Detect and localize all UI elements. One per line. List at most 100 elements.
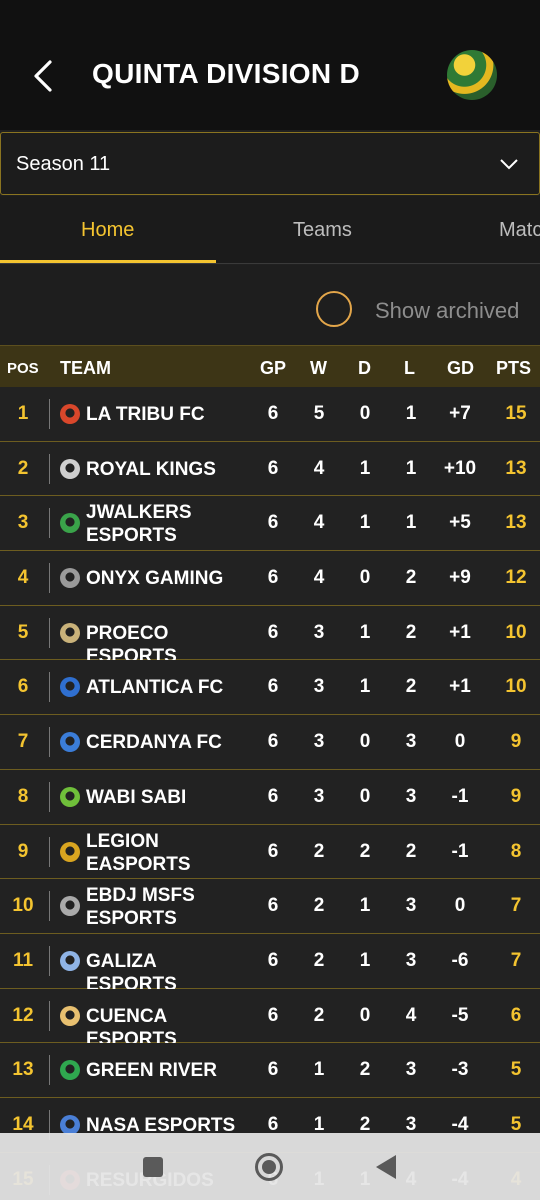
table-row[interactable]: 3 JWALKERS ESPORTS 6 4 1 1 +5 13 [0,496,540,552]
wins: 3 [313,676,325,698]
goal-difference: 0 [454,895,466,917]
wins: 4 [313,512,325,534]
wins: 3 [313,731,325,753]
games-played: 6 [267,785,279,807]
table-row[interactable]: 1 LA TRIBU FC 6 5 0 1 +7 15 [0,387,540,442]
recents-icon[interactable] [143,1157,163,1177]
goal-difference: -1 [451,840,469,862]
row-divider [49,563,50,594]
games-played: 6 [267,621,279,643]
row-divider [49,453,50,484]
draws: 1 [359,895,371,917]
app-header: QUINTA DIVISION D [0,0,540,130]
losses: 3 [405,895,417,917]
draws: 1 [359,512,371,534]
back-triangle-icon[interactable] [376,1155,396,1179]
wins: 2 [313,949,325,971]
table-row[interactable]: 7 CERDANYA FC 6 3 0 3 0 9 [0,715,540,770]
row-divider [49,1055,50,1086]
team-logo-icon [60,1005,80,1026]
points: 8 [510,840,522,862]
row-divider [49,781,50,812]
wins: 3 [313,621,325,643]
table-row[interactable]: 2 ROYAL KINGS 6 4 1 1 +10 13 [0,441,540,497]
points: 13 [505,512,527,534]
row-position: 13 [12,1059,34,1081]
row-position: 8 [17,785,29,807]
page-title: QUINTA DIVISION D [92,58,360,89]
team-name[interactable]: JWALKERS ESPORTS [86,501,236,547]
table-row[interactable]: 4 ONYX GAMING 6 4 0 2 +9 12 [0,551,540,606]
team-logo-icon [60,841,80,862]
standings-table: 1 LA TRIBU FC 6 5 0 1 +7 15 2 ROYAL KING… [0,387,540,1200]
team-name[interactable]: EBDJ MSFS ESPORTS [86,884,236,930]
row-divider [49,672,50,703]
active-tab-indicator [0,260,216,263]
row-divider [49,617,50,648]
show-archived-radio[interactable] [316,291,352,327]
points: 5 [510,1059,522,1081]
season-dropdown[interactable]: Season 11 [0,132,540,195]
games-played: 6 [267,895,279,917]
row-position: 11 [12,949,34,971]
team-name[interactable]: LA TRIBU FC [86,403,246,426]
wins: 3 [313,785,325,807]
team-name[interactable]: LEGION EASPORTS [86,830,236,876]
losses: 2 [405,621,417,643]
tab-matches[interactable]: Matc [499,219,540,242]
row-divider [49,836,50,867]
games-played: 6 [267,840,279,862]
draws: 1 [359,457,371,479]
wins: 2 [313,840,325,862]
row-divider [49,891,50,922]
games-played: 6 [267,949,279,971]
goal-difference: +5 [449,512,471,534]
team-logo-icon [60,458,80,479]
wins: 2 [313,1004,325,1026]
team-logo-icon [60,404,80,424]
team-logo-icon [60,1114,80,1135]
table-row[interactable]: 9 LEGION EASPORTS 6 2 2 2 -1 8 [0,824,540,880]
chevron-down-icon [500,159,518,170]
home-icon[interactable] [255,1153,283,1181]
team-name[interactable]: CERDANYA FC [86,731,246,754]
table-row[interactable]: 12 CUENCA ESPORTS 6 2 0 4 -5 6 [0,988,540,1050]
row-position: 5 [17,621,29,643]
losses: 1 [405,457,417,479]
team-name[interactable]: WABI SABI [86,786,246,809]
draws: 0 [359,403,371,424]
team-logo-icon [60,568,80,589]
show-archived-label[interactable]: Show archived [375,298,519,324]
draws: 2 [359,840,371,862]
team-logo-icon [60,732,80,753]
losses: 3 [405,949,417,971]
table-row[interactable]: 11 GALIZA ESPORTS 6 2 1 3 -6 7 [0,933,540,995]
tab-teams[interactable]: Teams [293,219,352,242]
losses: 2 [405,567,417,589]
team-name[interactable]: ONYX GAMING [86,567,246,590]
team-name[interactable]: ROYAL KINGS [86,458,246,481]
row-position: 3 [17,512,29,534]
losses: 1 [405,512,417,534]
table-row[interactable]: 10 EBDJ MSFS ESPORTS 6 2 1 3 0 7 [0,879,540,934]
goal-difference: 0 [454,731,466,753]
games-played: 6 [267,1004,279,1026]
season-selected-value: Season 11 [16,153,111,175]
table-row[interactable]: 5 PROECO ESPORTS 6 3 1 2 +1 10 [0,605,540,667]
header-gd: GD [447,358,474,378]
row-position: 10 [12,895,34,917]
goal-difference: +1 [449,621,471,643]
team-logo-icon [60,786,80,807]
avatar[interactable] [447,50,497,100]
tab-home[interactable]: Home [81,219,134,242]
games-played: 6 [267,457,279,479]
table-row[interactable]: 6 ATLANTICA FC 6 3 1 2 +1 10 [0,660,540,716]
team-name[interactable]: GREEN RIVER [86,1059,246,1082]
table-row[interactable]: 8 WABI SABI 6 3 0 3 -1 9 [0,769,540,825]
draws: 0 [359,731,371,753]
standings-header: POS TEAM GP W D L GD PTS [0,345,540,387]
table-row[interactable]: 13 GREEN RIVER 6 1 2 3 -3 5 [0,1043,540,1098]
team-name[interactable]: ATLANTICA FC [86,676,246,699]
back-arrow-icon[interactable] [24,54,64,98]
points: 9 [510,785,522,807]
